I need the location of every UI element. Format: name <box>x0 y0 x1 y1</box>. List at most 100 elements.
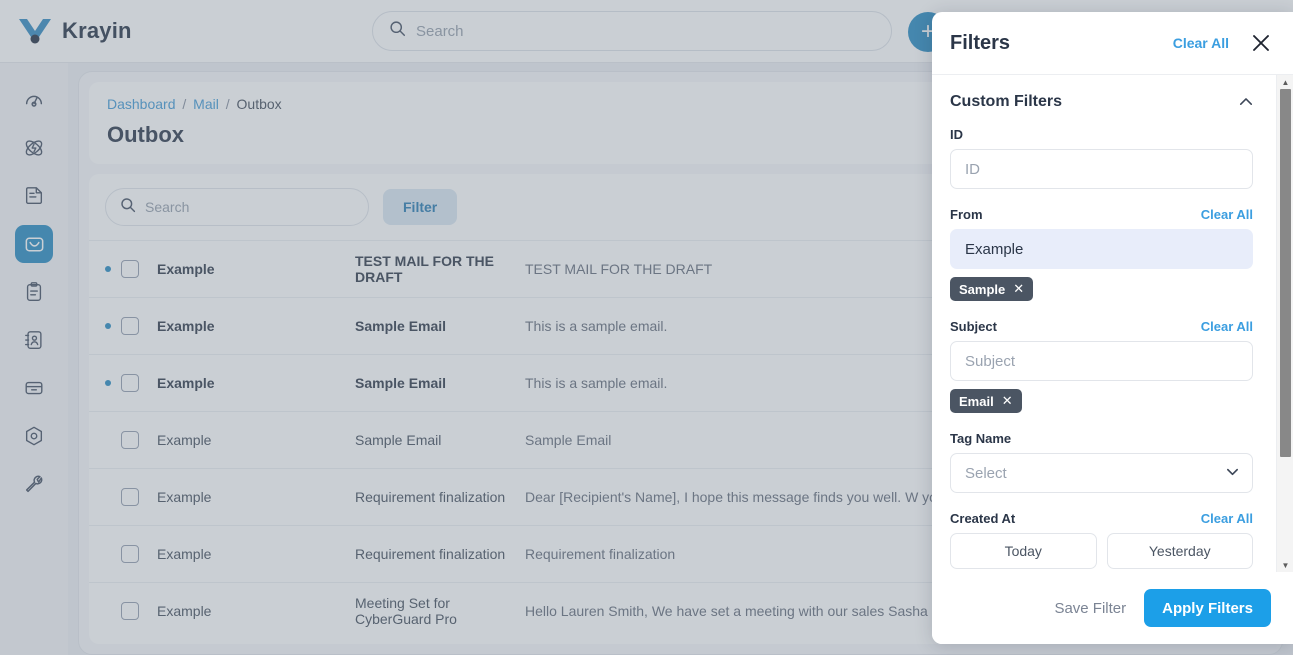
filter-field-from: From Clear All Example Sample ✕ <box>950 207 1253 301</box>
id-label: ID <box>950 127 963 142</box>
sidebar-item-contacts[interactable] <box>15 321 53 359</box>
unread-dot-icon <box>105 380 111 386</box>
id-label-row: ID <box>950 127 1253 142</box>
brand-name: Krayin <box>62 18 132 43</box>
mail-sender: Example <box>157 432 212 448</box>
row-checkbox[interactable] <box>121 317 139 335</box>
created-at-options: Today Yesterday <box>950 533 1253 572</box>
mail-search-placeholder: Search <box>145 199 190 215</box>
tag-name-label: Tag Name <box>950 431 1012 446</box>
sidebar-item-leads[interactable] <box>15 129 53 167</box>
from-chips: Sample ✕ <box>950 277 1253 301</box>
breadcrumb-dashboard[interactable]: Dashboard <box>107 96 176 112</box>
subject-chips: Email ✕ <box>950 389 1253 413</box>
created-at-clear-all[interactable]: Clear All <box>1201 511 1253 526</box>
filters-scrollbar[interactable]: ▲ ▼ <box>1276 75 1293 572</box>
mail-sender: Example <box>157 261 215 277</box>
tag-name-select[interactable]: Select <box>950 453 1253 493</box>
sidebar-item-quotes[interactable] <box>15 177 53 215</box>
chevron-down-icon[interactable] <box>1225 464 1240 483</box>
row-checkbox[interactable] <box>121 488 139 506</box>
search-icon <box>389 20 406 42</box>
created-at-option-yesterday[interactable]: Yesterday <box>1106 533 1253 569</box>
from-clear-all[interactable]: Clear All <box>1201 207 1253 222</box>
unread-indicator-slot <box>105 266 121 272</box>
scroll-down-arrow[interactable]: ▼ <box>1277 558 1293 572</box>
subject-chip[interactable]: Email ✕ <box>950 389 1022 413</box>
mail-subject: Sample Email <box>355 375 447 391</box>
sidebar-item-mail[interactable] <box>15 225 53 263</box>
from-chip[interactable]: Sample ✕ <box>950 277 1034 301</box>
filter-field-id: ID ID <box>950 127 1253 189</box>
chevron-up-icon[interactable] <box>1239 95 1253 109</box>
filters-panel-footer: Save Filter Apply Filters <box>932 572 1293 644</box>
row-checkbox[interactable] <box>121 374 139 392</box>
close-icon[interactable] <box>1251 33 1271 53</box>
mail-sender: Example <box>157 546 212 562</box>
unread-dot-icon <box>105 266 111 272</box>
scrollbar-thumb[interactable] <box>1280 89 1291 457</box>
created-at-label-row: Created At Clear All <box>950 511 1253 526</box>
filter-field-tag-name: Tag Name Select <box>950 431 1253 493</box>
close-icon[interactable]: ✕ <box>1013 281 1024 297</box>
clear-all-link[interactable]: Clear All <box>1173 35 1229 51</box>
created-at-option-today[interactable]: Today <box>950 533 1097 569</box>
left-sidebar <box>0 63 68 655</box>
subject-clear-all[interactable]: Clear All <box>1201 319 1253 334</box>
subject-input-placeholder: Subject <box>965 352 1016 370</box>
from-label-row: From Clear All <box>950 207 1253 222</box>
scroll-up-arrow[interactable]: ▲ <box>1277 75 1293 89</box>
sidebar-item-settings[interactable] <box>15 417 53 455</box>
subject-chip-label: Email <box>959 393 994 409</box>
mail-subject: Sample Email <box>355 432 442 448</box>
close-icon[interactable]: ✕ <box>1002 393 1013 409</box>
id-input[interactable]: ID <box>950 149 1253 189</box>
subject-label: Subject <box>950 319 997 334</box>
mail-search-input[interactable]: Search <box>105 188 369 226</box>
breadcrumb-current: Outbox <box>236 96 282 112</box>
sidebar-item-activities[interactable] <box>15 273 53 311</box>
row-checkbox[interactable] <box>121 260 139 278</box>
filters-panel-body: Custom Filters ID ID From Clear All Exam… <box>932 75 1293 572</box>
filters-scroll-area: Custom Filters ID ID From Clear All Exam… <box>950 93 1275 572</box>
breadcrumb-mail[interactable]: Mail <box>193 96 219 112</box>
mail-subject: Requirement finalization <box>355 546 506 562</box>
from-label: From <box>950 207 983 222</box>
tag-name-selected-value: Select <box>965 464 1007 482</box>
filter-field-subject: Subject Clear All Subject Email ✕ <box>950 319 1253 413</box>
tag-name-label-row: Tag Name <box>950 431 1253 446</box>
from-input-value: Example <box>965 240 1024 258</box>
wrench-icon <box>23 473 45 495</box>
row-checkbox[interactable] <box>121 545 139 563</box>
unread-dot-icon <box>105 323 111 329</box>
apply-filters-button[interactable]: Apply Filters <box>1144 589 1271 627</box>
filter-button[interactable]: Filter <box>383 189 458 225</box>
save-filter-button[interactable]: Save Filter <box>1054 600 1126 617</box>
unread-indicator-slot <box>105 380 121 386</box>
global-search-input[interactable]: Search <box>372 11 892 51</box>
mail-sender: Example <box>157 318 215 334</box>
search-icon <box>120 197 136 218</box>
mail-subject: TEST MAIL FOR THE DRAFT <box>355 253 494 285</box>
filters-title: Filters <box>950 31 1011 54</box>
unread-indicator-slot <box>105 323 121 329</box>
subject-input[interactable]: Subject <box>950 341 1253 381</box>
brand-logo[interactable]: Krayin <box>0 18 220 44</box>
box-icon <box>23 377 45 399</box>
filters-panel-header: Filters Clear All <box>932 12 1293 75</box>
from-input[interactable]: Example <box>950 229 1253 269</box>
row-checkbox[interactable] <box>121 602 139 620</box>
address-book-icon <box>23 329 45 351</box>
created-at-label: Created At <box>950 511 1016 526</box>
sidebar-item-dashboard[interactable] <box>15 81 53 119</box>
filters-panel: Filters Clear All Custom Filters ID ID F… <box>932 12 1293 644</box>
global-search-placeholder: Search <box>416 22 464 40</box>
mail-sender: Example <box>157 489 212 505</box>
sidebar-item-products[interactable] <box>15 369 53 407</box>
sidebar-item-configuration[interactable] <box>15 465 53 503</box>
mail-subject: Requirement finalization <box>355 489 506 505</box>
atom-icon <box>23 137 45 159</box>
row-checkbox[interactable] <box>121 431 139 449</box>
from-chip-label: Sample <box>959 281 1006 297</box>
custom-filters-section-header[interactable]: Custom Filters <box>950 93 1253 111</box>
